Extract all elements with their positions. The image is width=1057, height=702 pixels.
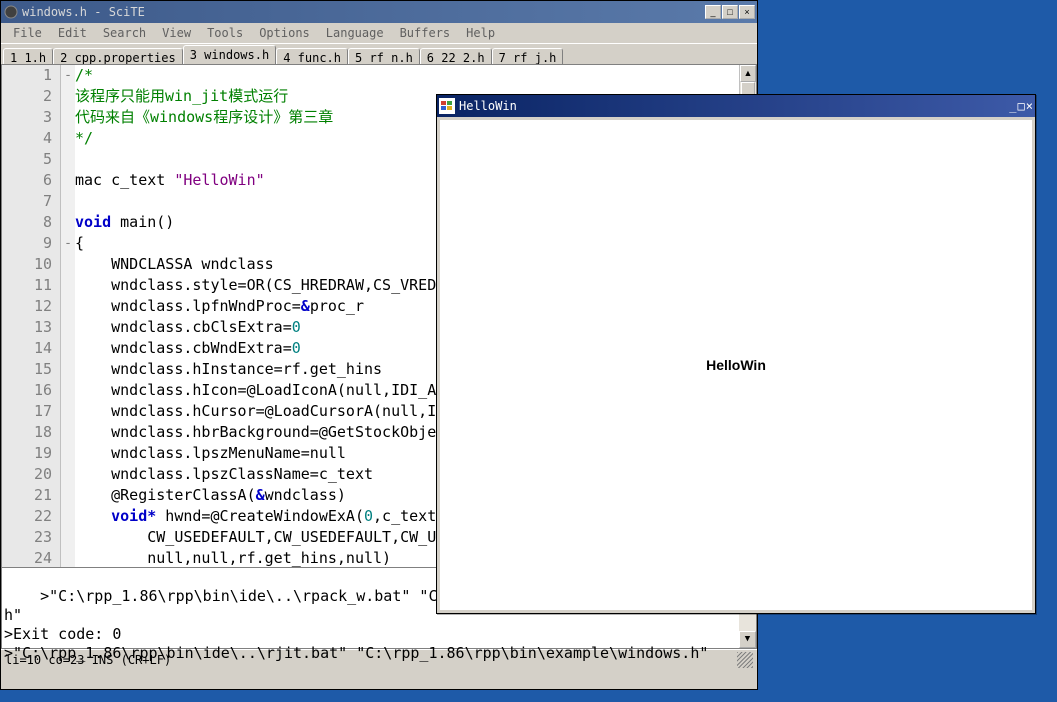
line-number: 22 xyxy=(2,506,52,527)
line-number: 3 xyxy=(2,107,52,128)
line-number: 13 xyxy=(2,317,52,338)
fold-marker xyxy=(61,170,75,191)
line-number: 20 xyxy=(2,464,52,485)
fold-marker xyxy=(61,485,75,506)
fold-marker xyxy=(61,275,75,296)
close-button[interactable]: × xyxy=(739,5,755,19)
tab[interactable]: 4 func.h xyxy=(276,48,348,65)
line-number: 5 xyxy=(2,149,52,170)
fold-marker xyxy=(61,128,75,149)
line-number: 9 xyxy=(2,233,52,254)
line-number: 16 xyxy=(2,380,52,401)
tab[interactable]: 7 rf_j.h xyxy=(492,48,564,65)
line-number: 6 xyxy=(2,170,52,191)
scroll-down-icon[interactable]: ▼ xyxy=(739,631,756,648)
close-button[interactable]: × xyxy=(1026,99,1033,113)
fold-marker xyxy=(61,506,75,527)
scroll-up-icon[interactable]: ▲ xyxy=(740,65,756,82)
hellowin-client-area: HelloWin xyxy=(440,120,1032,610)
maximize-button[interactable]: □ xyxy=(722,5,738,19)
line-number: 23 xyxy=(2,527,52,548)
menu-options[interactable]: Options xyxy=(251,24,318,42)
fold-marker xyxy=(61,86,75,107)
fold-marker xyxy=(61,422,75,443)
app-icon xyxy=(3,4,19,20)
menu-edit[interactable]: Edit xyxy=(50,24,95,42)
fold-marker[interactable]: - xyxy=(61,65,75,86)
fold-marker xyxy=(61,401,75,422)
tab[interactable]: 3 windows.h xyxy=(183,45,276,64)
line-number: 7 xyxy=(2,191,52,212)
fold-marker xyxy=(61,212,75,233)
hello-text: HelloWin xyxy=(706,357,766,373)
tab[interactable]: 6 22_2.h xyxy=(420,48,492,65)
line-number: 4 xyxy=(2,128,52,149)
fold-marker xyxy=(61,527,75,548)
fold-marker xyxy=(61,338,75,359)
hellowin-title-bar[interactable]: HelloWin _ □ × xyxy=(437,95,1035,117)
line-number: 11 xyxy=(2,275,52,296)
menu-help[interactable]: Help xyxy=(458,24,503,42)
minimize-button[interactable]: _ xyxy=(1009,99,1016,113)
menu-tools[interactable]: Tools xyxy=(199,24,251,42)
fold-marker xyxy=(61,296,75,317)
line-number: 19 xyxy=(2,443,52,464)
fold-marker xyxy=(61,548,75,568)
fold-marker xyxy=(61,443,75,464)
line-number: 14 xyxy=(2,338,52,359)
line-number: 1 xyxy=(2,65,52,86)
fold-marker xyxy=(61,254,75,275)
tab[interactable]: 5 rf_n.h xyxy=(348,48,420,65)
window-title: windows.h - SciTE xyxy=(22,5,705,19)
fold-marker xyxy=(61,380,75,401)
menu-search[interactable]: Search xyxy=(95,24,154,42)
hellowin-title: HelloWin xyxy=(459,99,517,113)
tab[interactable]: 1 1.h xyxy=(3,48,53,65)
fold-marker xyxy=(61,149,75,170)
line-number: 15 xyxy=(2,359,52,380)
line-number: 21 xyxy=(2,485,52,506)
tab-bar: 1 1.h2 cpp.properties3 windows.h4 func.h… xyxy=(1,43,757,64)
line-number: 2 xyxy=(2,86,52,107)
line-number: 8 xyxy=(2,212,52,233)
line-number: 12 xyxy=(2,296,52,317)
tab[interactable]: 2 cpp.properties xyxy=(53,48,183,65)
line-number: 24 xyxy=(2,548,52,568)
fold-marker[interactable]: - xyxy=(61,233,75,254)
fold-marker xyxy=(61,359,75,380)
line-number: 18 xyxy=(2,422,52,443)
app-icon xyxy=(439,98,455,114)
menu-buffers[interactable]: Buffers xyxy=(392,24,459,42)
menu-bar: FileEditSearchViewToolsOptionsLanguageBu… xyxy=(1,23,757,43)
menu-file[interactable]: File xyxy=(5,24,50,42)
fold-column[interactable]: - - xyxy=(61,65,75,567)
menu-view[interactable]: View xyxy=(154,24,199,42)
minimize-button[interactable]: _ xyxy=(705,5,721,19)
fold-marker xyxy=(61,107,75,128)
menu-language[interactable]: Language xyxy=(318,24,392,42)
line-number: 10 xyxy=(2,254,52,275)
line-number-gutter: 123456789101112131415161718192021222324 xyxy=(2,65,61,567)
line-number: 17 xyxy=(2,401,52,422)
code-line[interactable]: /* xyxy=(75,65,756,86)
hellowin-window: HelloWin _ □ × HelloWin xyxy=(436,94,1036,614)
maximize-button[interactable]: □ xyxy=(1018,99,1025,113)
fold-marker xyxy=(61,191,75,212)
title-bar[interactable]: windows.h - SciTE _ □ × xyxy=(1,1,757,23)
fold-marker xyxy=(61,317,75,338)
fold-marker xyxy=(61,464,75,485)
